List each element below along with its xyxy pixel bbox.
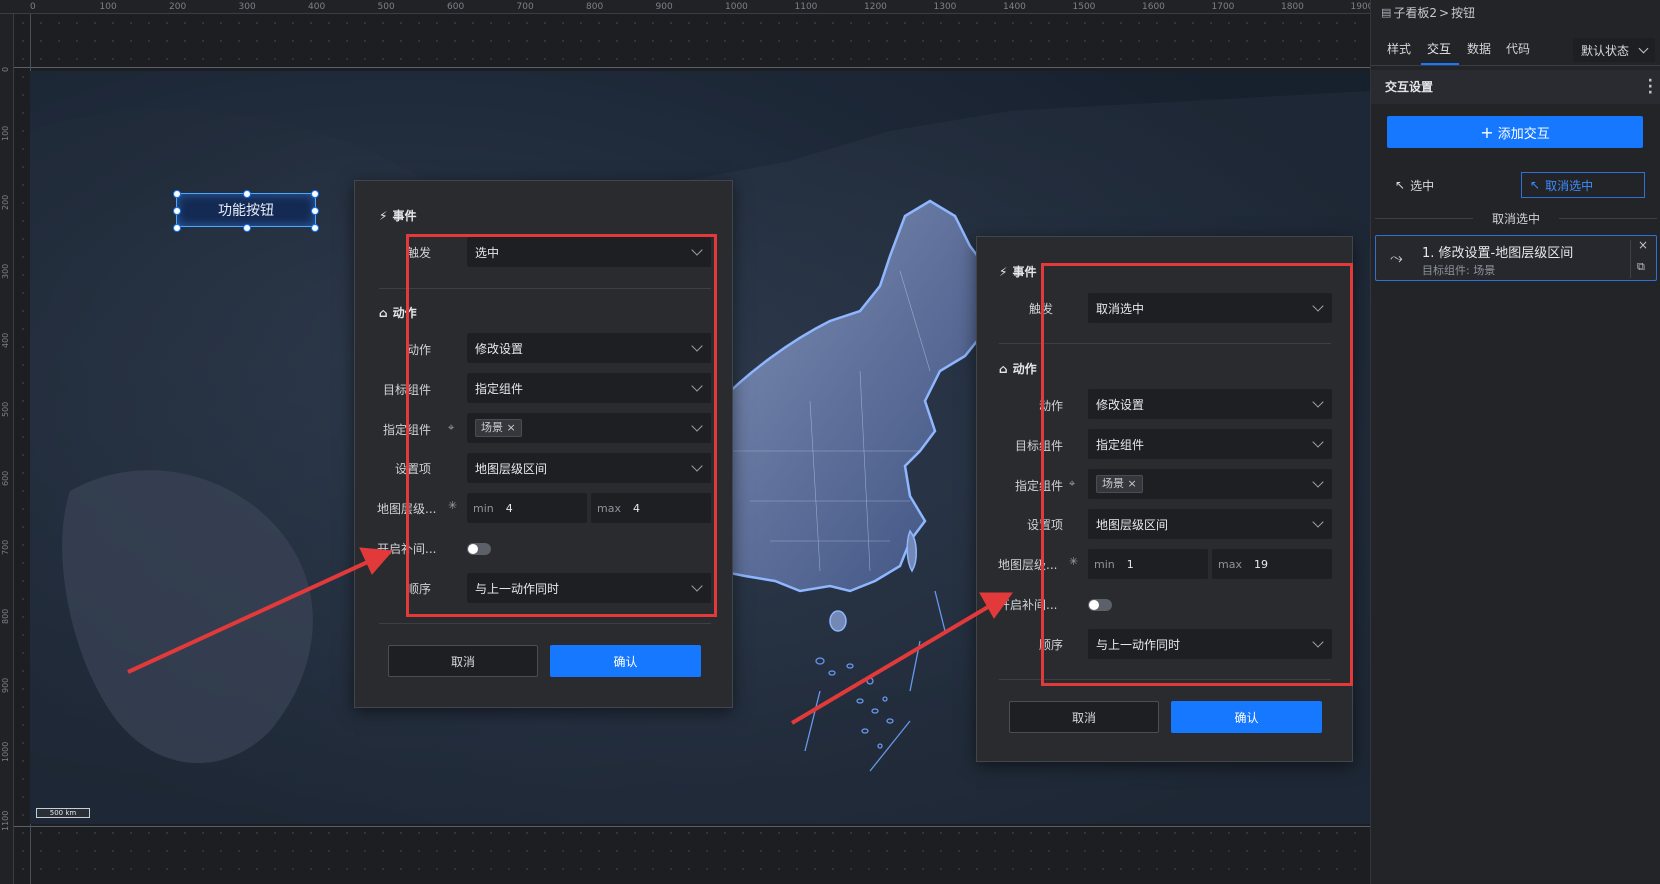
add-interaction-label: 添加交互 <box>1497 126 1550 142</box>
arrow-right-shaft <box>790 602 995 725</box>
item-divider <box>1630 240 1631 278</box>
interaction-item-title: 1. 修改设置-地图层级区间 <box>1422 246 1574 261</box>
state-select[interactable]: 默认状态 <box>1573 38 1655 62</box>
option-deselected[interactable]: ↖ 取消选中 <box>1521 172 1645 198</box>
panel-tabs: 样式 交互 数据 代码 默认状态 <box>1371 32 1660 66</box>
copy-icon[interactable]: ⧉ <box>1637 260 1645 274</box>
interaction-settings-title: 交互设置 <box>1385 80 1434 94</box>
interaction-settings-header: 交互设置 · · · <box>1371 70 1660 104</box>
arrow-left-shaft <box>127 558 373 674</box>
option-selected[interactable]: ↖ 选中 <box>1387 172 1503 198</box>
add-interaction-button[interactable]: + 添加交互 <box>1387 116 1643 148</box>
breadcrumb-current: 按钮 <box>1451 6 1476 20</box>
arrow-right-head <box>979 592 1013 619</box>
breadcrumb-parent[interactable]: 子看板2 <box>1393 4 1437 21</box>
tab-data[interactable]: 数据 <box>1467 40 1491 57</box>
chevron-down-icon <box>1638 43 1649 54</box>
group-divider-right <box>1559 218 1657 219</box>
tab-interaction[interactable]: 交互 <box>1427 40 1451 57</box>
arrow-left-head <box>359 547 394 575</box>
plus-icon: + <box>1480 122 1494 142</box>
close-icon[interactable]: × <box>1638 238 1648 252</box>
board-icon: ▤ <box>1381 6 1392 19</box>
breadcrumb-separator: > <box>1439 5 1450 20</box>
tab-style[interactable]: 样式 <box>1387 40 1411 57</box>
cursor-click-icon: ↖ <box>1395 178 1406 192</box>
properties-panel: ▤ 子看板2 > 按钮 样式 交互 数据 代码 默认状态 交互设置 · · · + … <box>1370 0 1660 884</box>
breadcrumb: ▤ 子看板2 > 按钮 <box>1381 4 1475 21</box>
cursor-click-icon: ↖ <box>1530 178 1541 192</box>
state-select-value: 默认状态 <box>1581 43 1630 58</box>
interaction-item[interactable]: ⤳ 1. 修改设置-地图层级区间 目标组件: 场景 × ⧉ <box>1375 235 1657 281</box>
more-options-icon[interactable]: · · · <box>1648 74 1653 100</box>
annotation-arrows <box>127 547 1013 725</box>
flow-icon: ⤳ <box>1390 248 1403 267</box>
active-tab-indicator <box>1421 63 1459 65</box>
interaction-item-subtitle: 目标组件: 场景 <box>1422 264 1496 277</box>
tab-code[interactable]: 代码 <box>1506 40 1530 57</box>
